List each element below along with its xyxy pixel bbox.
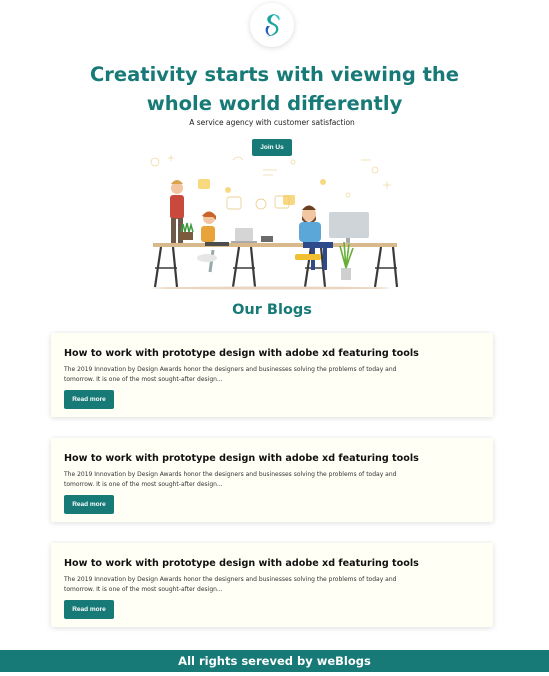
blog-card: How to work with prototype design with a… — [51, 438, 493, 522]
hero-title-line1: Creativity starts with viewing the — [89, 63, 460, 86]
blogs-section-title: Our Blogs — [232, 302, 312, 318]
read-more-button[interactable]: Read more — [64, 390, 114, 409]
blog-excerpt: The 2019 Innovation by Design Awards hon… — [64, 471, 397, 488]
blog-title[interactable]: How to work with prototype design with a… — [64, 558, 419, 569]
footer-text: All rights sereved by weBlogs — [178, 654, 371, 668]
blog-title[interactable]: How to work with prototype design with a… — [64, 453, 419, 464]
footer: All rights sereved by weBlogs — [0, 650, 549, 672]
read-more-button[interactable]: Read more — [64, 495, 114, 514]
hero-tagline: A service agency with customer satisfact… — [189, 118, 355, 127]
blog-card: How to work with prototype design with a… — [51, 333, 493, 417]
read-more-button[interactable]: Read more — [64, 600, 114, 619]
brand-logo[interactable] — [250, 3, 294, 47]
weblogs-logo-icon — [265, 14, 280, 37]
blog-card: How to work with prototype design with a… — [51, 543, 493, 627]
hero-title-line2: whole world differently — [146, 92, 403, 115]
blog-title[interactable]: How to work with prototype design with a… — [64, 348, 419, 359]
hero-title: Creativity starts with viewing the whole… — [0, 60, 549, 118]
blog-excerpt: The 2019 Innovation by Design Awards hon… — [64, 366, 397, 383]
team-workspace-illustration — [150, 155, 399, 290]
blog-excerpt: The 2019 Innovation by Design Awards hon… — [64, 576, 397, 593]
